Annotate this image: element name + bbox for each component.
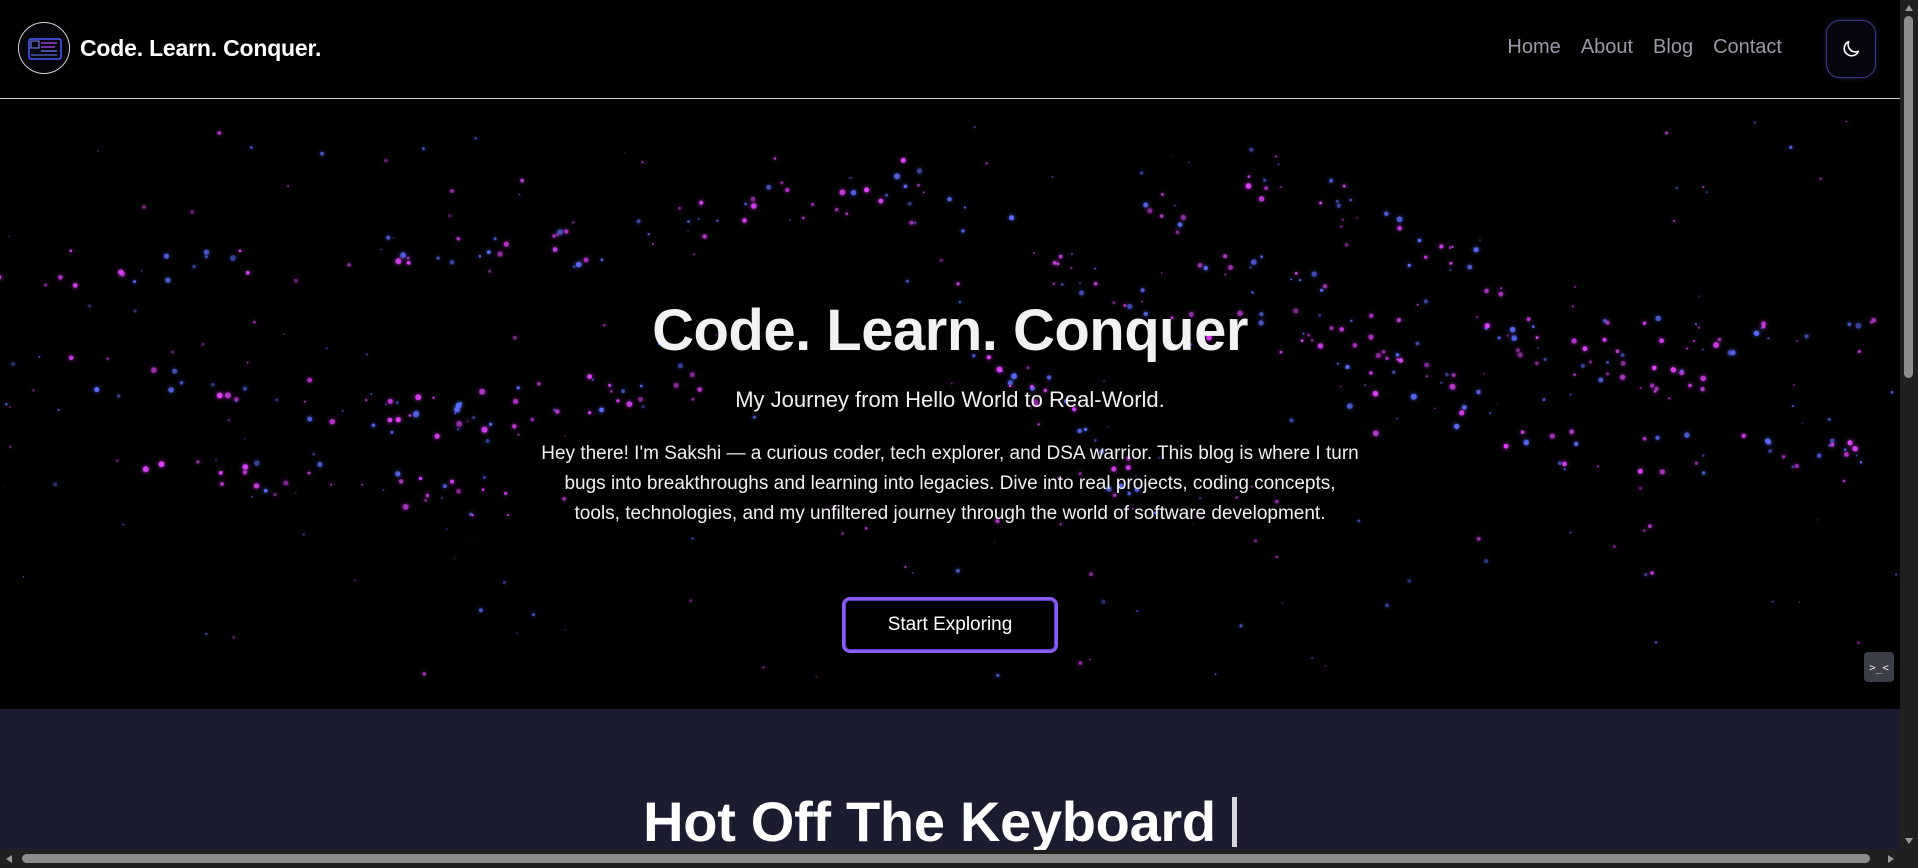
- scroll-down-arrow-icon[interactable]: [1905, 838, 1913, 844]
- hero-title: Code. Learn. Conquer: [652, 298, 1248, 363]
- hero-content: Code. Learn. Conquer My Journey from Hel…: [0, 99, 1900, 709]
- hero-description: Hey there! I'm Sakshi — a curious coder,…: [541, 443, 1359, 524]
- scroll-up-arrow-icon[interactable]: [1905, 5, 1913, 11]
- scroll-left-arrow-icon[interactable]: [6, 855, 12, 863]
- scrollbar-corner: [1900, 850, 1918, 868]
- hero-section: Code. Learn. Conquer My Journey from Hel…: [0, 99, 1900, 709]
- nav-about[interactable]: About: [1581, 36, 1633, 59]
- section-title-text: Hot Off The Keyboard: [643, 790, 1216, 850]
- vertical-scrollbar[interactable]: [1900, 0, 1918, 850]
- horizontal-scroll-thumb[interactable]: [22, 854, 1870, 863]
- typing-cursor: [1231, 797, 1237, 847]
- vertical-scroll-thumb[interactable]: [1904, 16, 1913, 378]
- moon-icon: [1843, 40, 1860, 57]
- site-header: Code. Learn. Conquer. Home About Blog Co…: [0, 0, 1900, 99]
- section-title: Hot Off The Keyboard: [0, 789, 1880, 850]
- site-logo[interactable]: [18, 22, 70, 74]
- nav-contact[interactable]: Contact: [1713, 36, 1782, 59]
- main-nav: Home About Blog Contact: [1507, 36, 1782, 59]
- hero-subtitle: My Journey from Hello World to Real-Worl…: [735, 387, 1165, 412]
- nav-home[interactable]: Home: [1507, 36, 1560, 59]
- start-exploring-button[interactable]: Start Exploring: [842, 597, 1058, 653]
- code-learn-conquer-logo-icon: [28, 38, 62, 60]
- terminal-icon[interactable]: >_<: [1864, 652, 1894, 682]
- nav-blog[interactable]: Blog: [1653, 36, 1693, 59]
- page: Code. Learn. Conquer. Home About Blog Co…: [0, 0, 1900, 850]
- brand-name[interactable]: Code. Learn. Conquer.: [80, 35, 321, 62]
- latest-posts-section: Hot Off The Keyboard: [0, 709, 1900, 850]
- horizontal-scrollbar[interactable]: [0, 850, 1900, 868]
- scroll-right-arrow-icon[interactable]: [1888, 855, 1894, 863]
- theme-toggle-button[interactable]: [1826, 20, 1876, 78]
